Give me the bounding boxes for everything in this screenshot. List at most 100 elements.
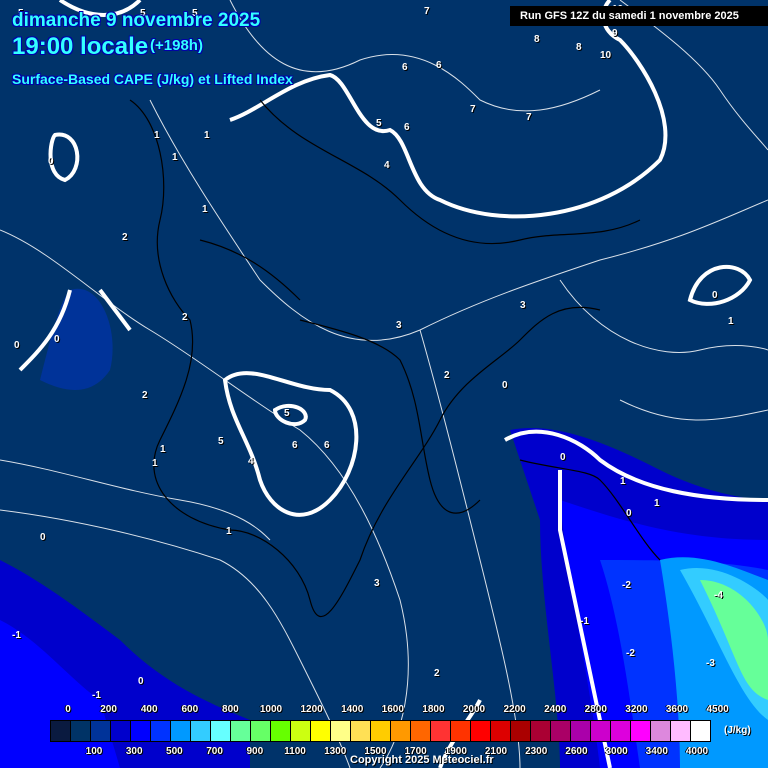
contour-label: 8: [534, 34, 540, 45]
contour-label: 4: [384, 160, 390, 171]
colorbar-swatch: [651, 721, 671, 741]
colorbar-bottom-label: 2600: [565, 746, 588, 757]
contour-label: 6: [436, 60, 442, 71]
contour-label: 0: [54, 334, 60, 345]
parameter-title: Surface-Based CAPE (J/kg) et Lifted Inde…: [12, 71, 293, 87]
colorbar-swatch: [251, 721, 271, 741]
forecast-date: dimanche 9 novembre 2025: [12, 10, 261, 31]
colorbar-bottom-label: 2300: [525, 746, 548, 757]
colorbar-swatch: [471, 721, 491, 741]
colorbar-swatch: [351, 721, 371, 741]
colorbar-top-label: 3600: [665, 704, 689, 715]
contour-label: 3: [520, 300, 526, 311]
colorbar-bottom-label: 900: [246, 746, 264, 757]
colorbar-bottom-label: 1100: [284, 746, 306, 757]
colorbar-swatch: [411, 721, 431, 741]
contour-label: 0: [560, 452, 566, 463]
contour-label: -1: [580, 616, 589, 627]
contour-label: 10: [600, 50, 612, 61]
run-banner: Run GFS 12Z du samedi 1 novembre 2025: [510, 6, 768, 26]
contour-label: 4: [248, 456, 254, 467]
contour-label: 7: [424, 6, 430, 17]
contour-label: 1: [654, 498, 660, 509]
contour-label: 5: [218, 436, 224, 447]
contour-label: 6: [402, 62, 408, 73]
contour-label: 2: [434, 668, 440, 679]
colorbar-swatch: [631, 721, 651, 741]
contour-label: 3: [374, 578, 380, 589]
contour-label: 2: [142, 390, 148, 401]
copyright: Copyright 2025 Meteociel.fr: [350, 754, 494, 766]
colorbar-swatch: [51, 721, 71, 741]
colorbar-bottom-label: 4000: [685, 746, 709, 757]
colorbar-top-label: 2000: [462, 704, 486, 715]
colorbar-swatch: [191, 721, 211, 741]
colorbar-top-label: 600: [181, 704, 199, 715]
contour-label: 1: [152, 458, 158, 469]
colorbar-top-label: 1000: [259, 704, 283, 715]
colorbar-swatch: [331, 721, 351, 741]
colorbar-bottom-label: 500: [166, 746, 183, 757]
colorbar-bottom-label: 3000: [605, 746, 628, 757]
contour-label: 6: [292, 440, 298, 451]
colorbar-swatch: [231, 721, 251, 741]
colorbar-swatch: [491, 721, 511, 741]
contour-label: -1: [12, 630, 21, 641]
forecast-time: 19:00 locale: [12, 33, 149, 60]
colorbar-top-label: 1600: [381, 704, 404, 715]
contour-label: 0: [712, 290, 718, 301]
colorbar-swatch: [311, 721, 331, 741]
colorbar-top-label: 0: [65, 704, 71, 715]
colorbar-top-label: 1400: [341, 704, 364, 715]
contour-label: -2: [622, 580, 631, 591]
colorbar-swatch: [171, 721, 191, 741]
colorbar-swatch: [91, 721, 111, 741]
colorbar-unit: (J/kg): [724, 725, 751, 736]
contour-label: 2: [122, 232, 128, 243]
contour-label: 1: [160, 444, 166, 455]
contour-label: 7: [526, 112, 532, 123]
colorbar-bottom-label: 1300: [324, 746, 347, 757]
contour-label: 1: [226, 526, 232, 537]
contour-label: 2: [182, 312, 188, 323]
contour-label: 1: [728, 316, 734, 327]
colorbar-swatch: [291, 721, 311, 741]
contour-label: 0: [14, 340, 20, 351]
colorbar-top-label: 2200: [503, 704, 526, 715]
forecast-lead-time: (+198h): [150, 37, 203, 54]
colorbar-swatch: [511, 721, 531, 741]
contour-label: -4: [714, 590, 723, 601]
colorbar-swatch: [531, 721, 551, 741]
contour-label: 9: [612, 28, 618, 39]
colorbar-swatch: [671, 721, 691, 741]
colorbar-bottom-label: 300: [125, 746, 143, 757]
contour-label: 0: [502, 380, 508, 391]
contour-label: 6: [404, 122, 410, 133]
colorbar-top-label: 1200: [300, 704, 323, 715]
contour-label: 0: [626, 508, 632, 519]
colorbar-bottom-label: 3400: [645, 746, 668, 757]
colorbar-swatch: [271, 721, 291, 741]
colorbar-top-label: 2800: [584, 704, 607, 715]
contour-label: 0: [48, 156, 54, 167]
colorbar-top-label: 1800: [422, 704, 445, 715]
colorbar-swatch: [391, 721, 411, 741]
contour-label: 2: [444, 370, 450, 381]
contour-label: 1: [154, 130, 160, 141]
contour-label: 6: [324, 440, 330, 451]
contour-label: -1: [92, 690, 101, 701]
colorbar-swatch: [151, 721, 171, 741]
cape-map: [0, 0, 768, 768]
colorbar-swatch: [611, 721, 631, 741]
colorbar: [50, 720, 711, 742]
colorbar-swatch: [111, 721, 131, 741]
colorbar-bottom-label: 700: [206, 746, 223, 757]
contour-label: 1: [172, 152, 178, 163]
contour-label: 7: [470, 104, 476, 115]
colorbar-swatch: [691, 721, 710, 741]
colorbar-swatch: [431, 721, 451, 741]
colorbar-swatch: [211, 721, 231, 741]
colorbar-swatch: [451, 721, 471, 741]
colorbar-top-label: 400: [140, 704, 158, 715]
colorbar-bottom-label: 100: [85, 746, 103, 757]
